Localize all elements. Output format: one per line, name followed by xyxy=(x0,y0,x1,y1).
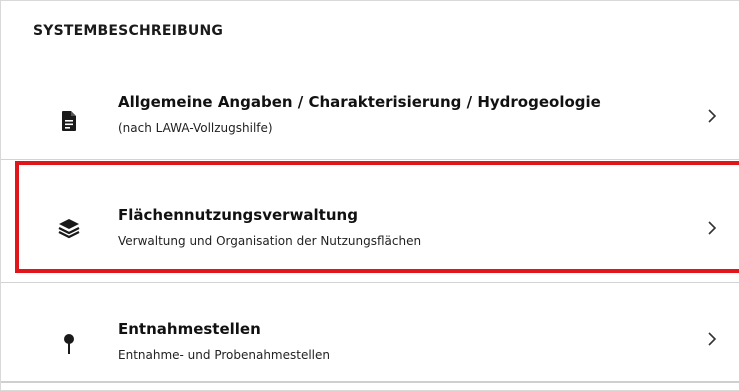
item-subtitle: Entnahme- und Probenahmestellen xyxy=(118,348,330,362)
item-title: Entnahmestellen xyxy=(118,320,261,338)
chevron-right-icon[interactable] xyxy=(706,331,718,347)
divider xyxy=(1,159,739,160)
list-item-land-use-management[interactable]: Flächennutzungsverwaltung Verwaltung und… xyxy=(1,165,739,278)
item-title: Allgemeine Angaben / Charakterisierung /… xyxy=(118,93,601,111)
divider xyxy=(1,282,739,283)
document-icon xyxy=(62,111,76,131)
chevron-right-icon[interactable] xyxy=(706,220,718,236)
item-subtitle: Verwaltung und Organisation der Nutzungs… xyxy=(118,234,422,248)
chevron-right-icon[interactable] xyxy=(706,108,718,124)
section-title: SYSTEMBESCHREIBUNG xyxy=(33,23,224,39)
list-item-general-info[interactable]: Allgemeine Angaben / Charakterisierung /… xyxy=(1,65,739,159)
item-subtitle: (nach LAWA-Vollzugshilfe) xyxy=(118,121,273,135)
item-title: Flächennutzungsverwaltung xyxy=(118,206,358,224)
list-item-sampling-points[interactable]: Entnahmestellen Entnahme- und Probenahme… xyxy=(1,289,739,381)
layers-icon xyxy=(58,219,80,239)
system-description-panel: SYSTEMBESCHREIBUNG Allgemeine Angaben / … xyxy=(0,0,739,391)
map-pin-icon xyxy=(64,334,74,354)
divider xyxy=(1,381,739,383)
